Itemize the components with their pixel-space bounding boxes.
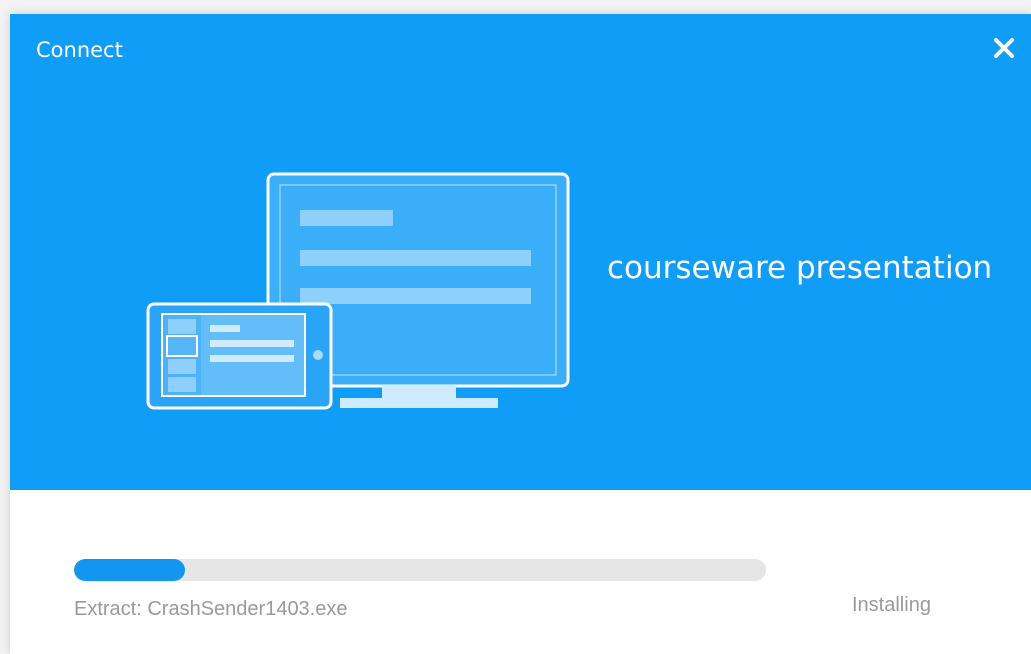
hero-headline: courseware presentation xyxy=(607,250,993,286)
close-icon[interactable] xyxy=(988,32,1020,64)
install-progress-bar xyxy=(74,559,766,581)
hero-banner: Connect courseware presentation xyxy=(10,14,1031,490)
install-state-label: Installing xyxy=(852,594,931,616)
installer-window: Connect courseware presentation Extract:… xyxy=(10,14,1031,654)
monitor-and-tablet-illustration xyxy=(146,172,570,410)
extract-status-text: Extract: CrashSender1403.exe xyxy=(74,598,348,620)
install-progress-fill xyxy=(74,559,185,581)
tablet-icon xyxy=(146,302,333,410)
